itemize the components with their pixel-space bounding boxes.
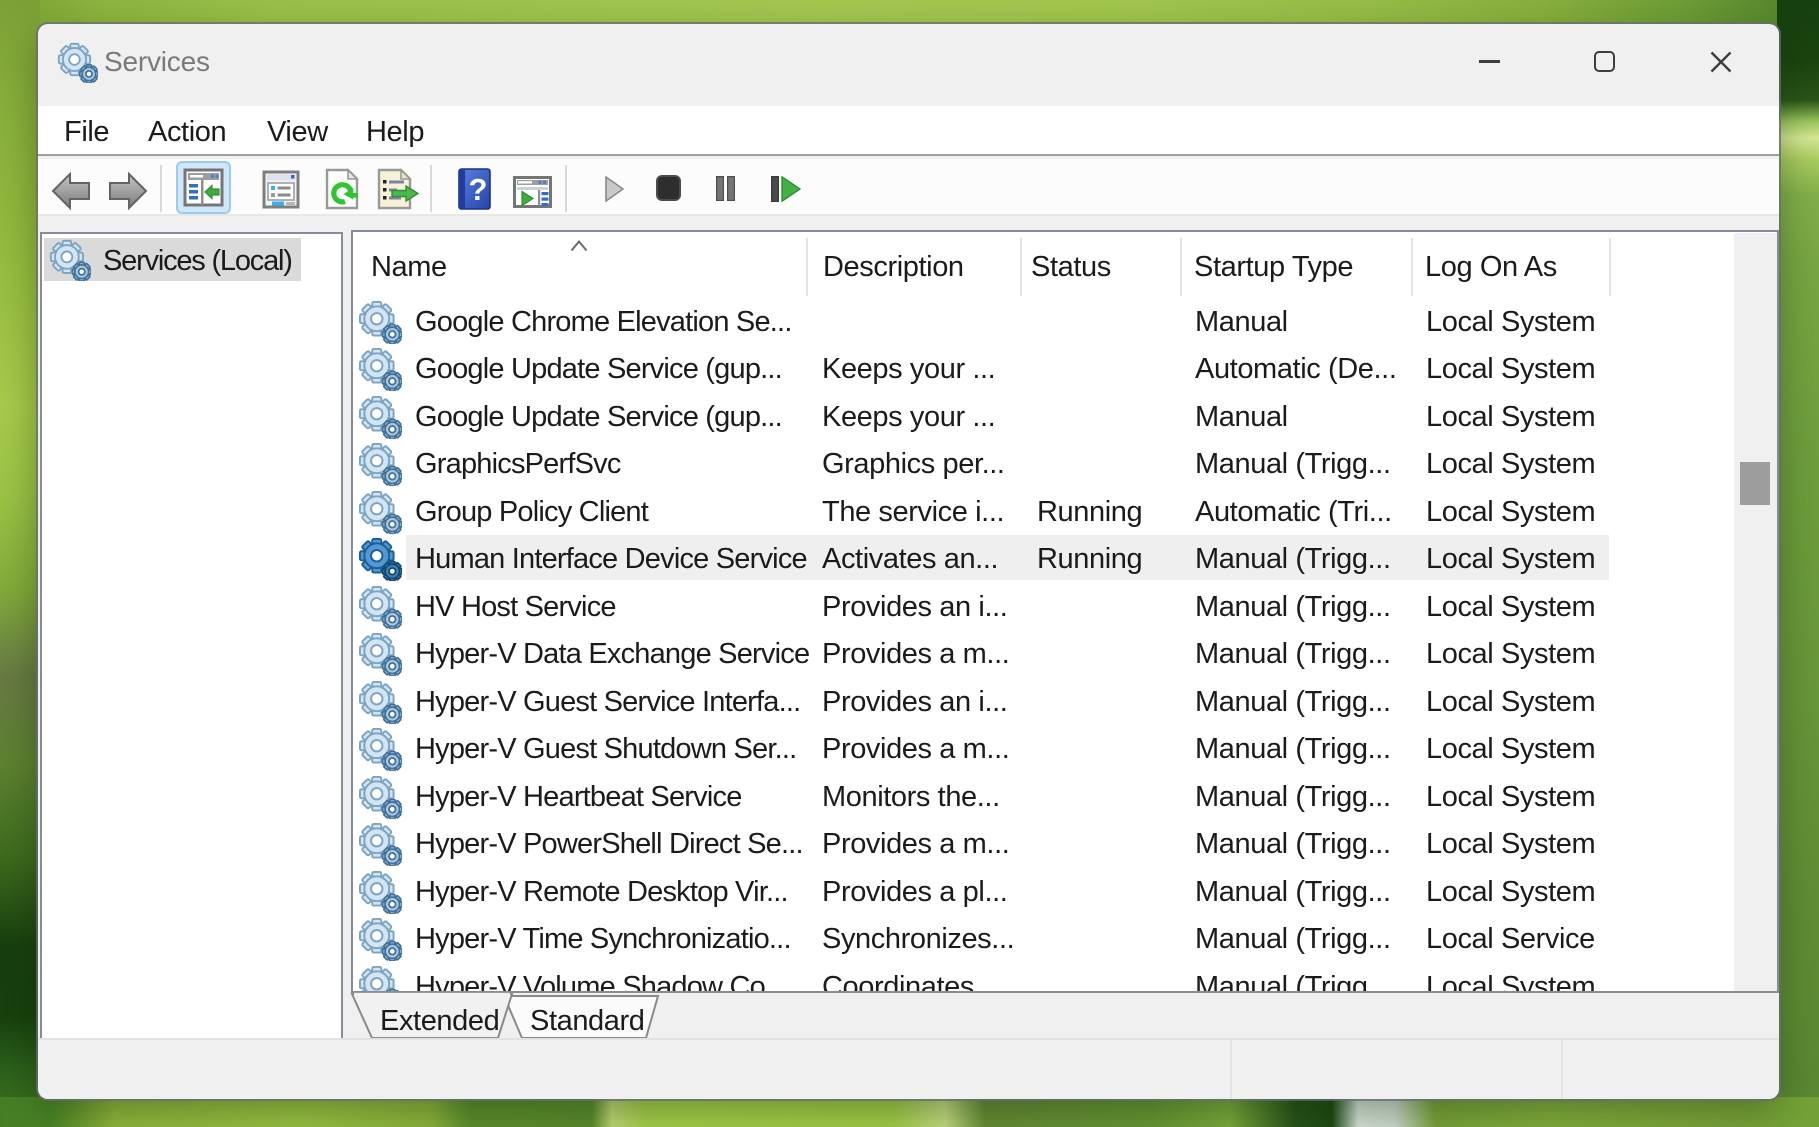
svg-text:?: ? <box>469 172 488 207</box>
